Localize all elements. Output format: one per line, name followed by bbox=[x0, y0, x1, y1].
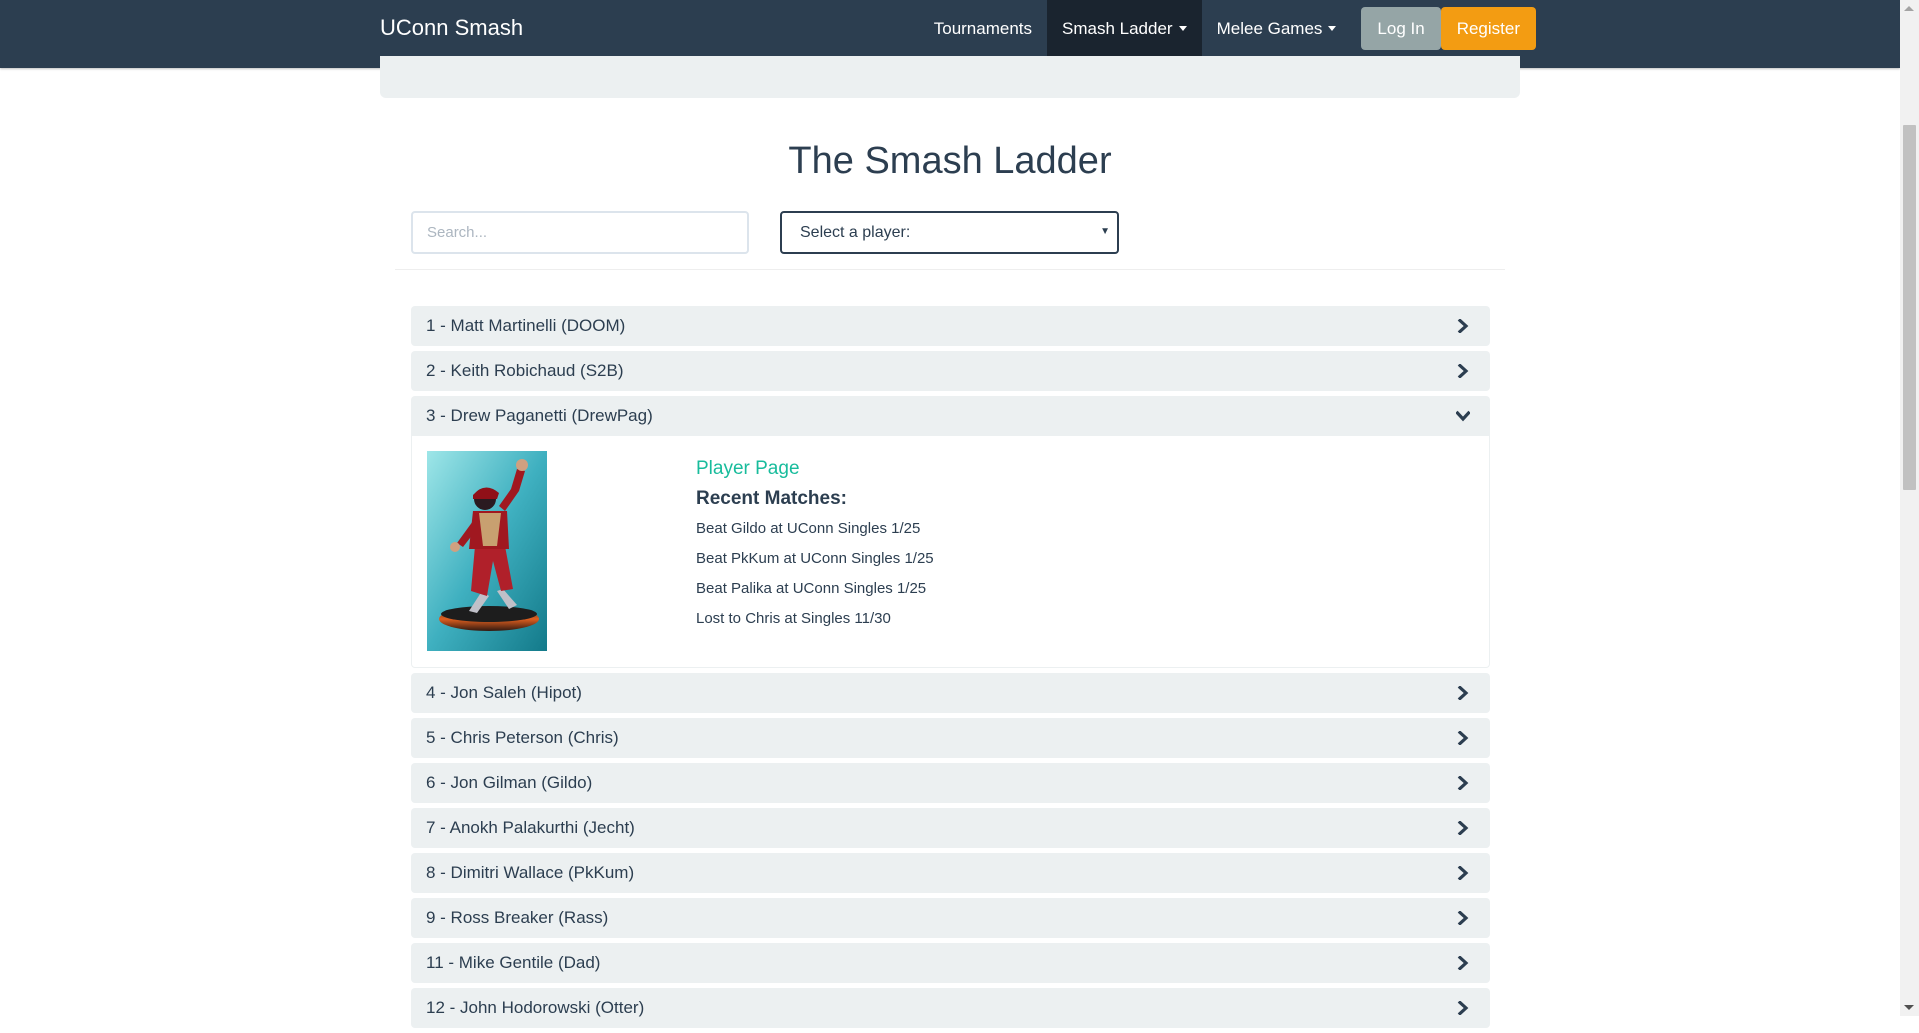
chevron-right-icon bbox=[1457, 686, 1469, 700]
ladder-panel-header[interactable]: 1 - Matt Martinelli (DOOM) bbox=[411, 306, 1490, 346]
recent-matches-heading: Recent Matches: bbox=[696, 488, 847, 509]
player-rank-label: 4 - Jon Saleh (Hipot) bbox=[426, 683, 582, 702]
vertical-scrollbar[interactable] bbox=[1900, 0, 1919, 1016]
ladder-panel-expanded: 3 - Drew Paganetti (DrewPag) Player Page… bbox=[411, 396, 1490, 668]
chevron-right-icon bbox=[1457, 821, 1469, 835]
nav-smash-ladder[interactable]: Smash Ladder bbox=[1047, 0, 1202, 57]
ladder-panel: 9 - Ross Breaker (Rass) bbox=[411, 898, 1490, 938]
ladder-panel: 11 - Mike Gentile (Dad) bbox=[411, 943, 1490, 983]
ladder-panel-body: Player Page Recent Matches: Beat Gildo a… bbox=[411, 436, 1490, 668]
ladder-panel: 8 - Dimitri Wallace (PkKum) bbox=[411, 853, 1490, 893]
match-item: Beat Gildo at UConn Singles 1/25 bbox=[696, 520, 921, 537]
nav-smash-ladder-label: Smash Ladder bbox=[1062, 18, 1173, 38]
ladder-panel-header[interactable]: 5 - Chris Peterson (Chris) bbox=[411, 718, 1490, 758]
jumbotron bbox=[380, 56, 1520, 98]
chevron-right-icon bbox=[1457, 866, 1469, 880]
login-button[interactable]: Log In bbox=[1361, 7, 1441, 50]
nav-melee-games[interactable]: Melee Games bbox=[1202, 0, 1352, 57]
player-rank-label: 5 - Chris Peterson (Chris) bbox=[426, 728, 619, 747]
chevron-right-icon bbox=[1457, 956, 1469, 970]
player-rank-label: 3 - Drew Paganetti (DrewPag) bbox=[426, 406, 653, 425]
ladder-panel: 2 - Keith Robichaud (S2B) bbox=[411, 351, 1490, 391]
player-select-value: Select a player: bbox=[800, 223, 911, 241]
character-trophy-image bbox=[427, 451, 547, 651]
scrollbar-thumb[interactable] bbox=[1903, 125, 1916, 490]
nav-tournaments-label: Tournaments bbox=[933, 18, 1033, 38]
player-rank-label: 6 - Jon Gilman (Gildo) bbox=[426, 773, 593, 792]
ladder-panel-header[interactable]: 9 - Ross Breaker (Rass) bbox=[411, 898, 1490, 938]
chevron-right-icon bbox=[1457, 911, 1469, 925]
scroll-down-arrow-icon[interactable] bbox=[1904, 1005, 1914, 1010]
search-input[interactable] bbox=[411, 211, 749, 254]
match-item: Beat PkKum at UConn Singles 1/25 bbox=[696, 550, 934, 567]
nav-melee-games-label: Melee Games bbox=[1216, 18, 1323, 38]
ladder-panel-header[interactable]: 11 - Mike Gentile (Dad) bbox=[411, 943, 1490, 983]
player-rank-label: 8 - Dimitri Wallace (PkKum) bbox=[426, 863, 635, 882]
nav-tournaments[interactable]: Tournaments bbox=[919, 0, 1047, 57]
ladder-panel: 7 - Anokh Palakurthi (Jecht) bbox=[411, 808, 1490, 848]
chevron-right-icon bbox=[1457, 319, 1469, 333]
player-rank-label: 11 - Mike Gentile (Dad) bbox=[426, 953, 601, 972]
page-title: The Smash Ladder bbox=[788, 140, 1112, 182]
player-rank-label: 9 - Ross Breaker (Rass) bbox=[426, 908, 609, 927]
player-page-link[interactable]: Player Page bbox=[696, 458, 934, 480]
player-select[interactable]: Select a player: ▼ bbox=[780, 211, 1119, 254]
ladder-panel-header[interactable]: 3 - Drew Paganetti (DrewPag) bbox=[411, 396, 1490, 436]
brand-link[interactable]: UConn Smash bbox=[380, 0, 523, 56]
player-rank-label: 2 - Keith Robichaud (S2B) bbox=[426, 361, 624, 380]
chevron-right-icon bbox=[1457, 1001, 1469, 1015]
player-rank-label: 7 - Anokh Palakurthi (Jecht) bbox=[426, 818, 635, 837]
ladder-panel-header[interactable]: 2 - Keith Robichaud (S2B) bbox=[411, 351, 1490, 391]
chevron-right-icon bbox=[1457, 364, 1469, 378]
ladder-panel: 1 - Matt Martinelli (DOOM) bbox=[411, 306, 1490, 346]
chevron-down-icon bbox=[1456, 410, 1470, 422]
ladder-panel: 5 - Chris Peterson (Chris) bbox=[411, 718, 1490, 758]
player-info: Player Page Recent Matches: Beat Gildo a… bbox=[696, 458, 934, 640]
ladder-panel-header[interactable]: 7 - Anokh Palakurthi (Jecht) bbox=[411, 808, 1490, 848]
ladder-panel-header[interactable]: 4 - Jon Saleh (Hipot) bbox=[411, 673, 1490, 713]
ladder-panel: 6 - Jon Gilman (Gildo) bbox=[411, 763, 1490, 803]
match-item: Beat Palika at UConn Singles 1/25 bbox=[696, 580, 927, 597]
ladder-panel: 12 - John Hodorowski (Otter) bbox=[411, 988, 1490, 1028]
ladder-panel-header[interactable]: 8 - Dimitri Wallace (PkKum) bbox=[411, 853, 1490, 893]
ladder-panel-header[interactable]: 12 - John Hodorowski (Otter) bbox=[411, 988, 1490, 1028]
register-button[interactable]: Register bbox=[1440, 7, 1536, 50]
caret-down-icon bbox=[1178, 26, 1187, 31]
match-item: Lost to Chris at Singles 11/30 bbox=[696, 610, 891, 627]
nav-menu: Tournaments Smash Ladder Melee Games Log… bbox=[919, 0, 1536, 57]
ladder-panel: 4 - Jon Saleh (Hipot) bbox=[411, 673, 1490, 713]
player-rank-label: 1 - Matt Martinelli (DOOM) bbox=[426, 316, 626, 335]
scroll-up-arrow-icon[interactable] bbox=[1904, 6, 1914, 11]
player-rank-label: 12 - John Hodorowski (Otter) bbox=[426, 998, 645, 1017]
ladder-panel-header[interactable]: 6 - Jon Gilman (Gildo) bbox=[411, 763, 1490, 803]
chevron-right-icon bbox=[1457, 776, 1469, 790]
dropdown-arrow-icon: ▼ bbox=[1100, 226, 1110, 237]
caret-down-icon bbox=[1328, 26, 1337, 31]
divider bbox=[395, 269, 1505, 270]
chevron-right-icon bbox=[1457, 731, 1469, 745]
ladder-list: 1 - Matt Martinelli (DOOM) 2 - Keith Rob… bbox=[411, 306, 1490, 1033]
